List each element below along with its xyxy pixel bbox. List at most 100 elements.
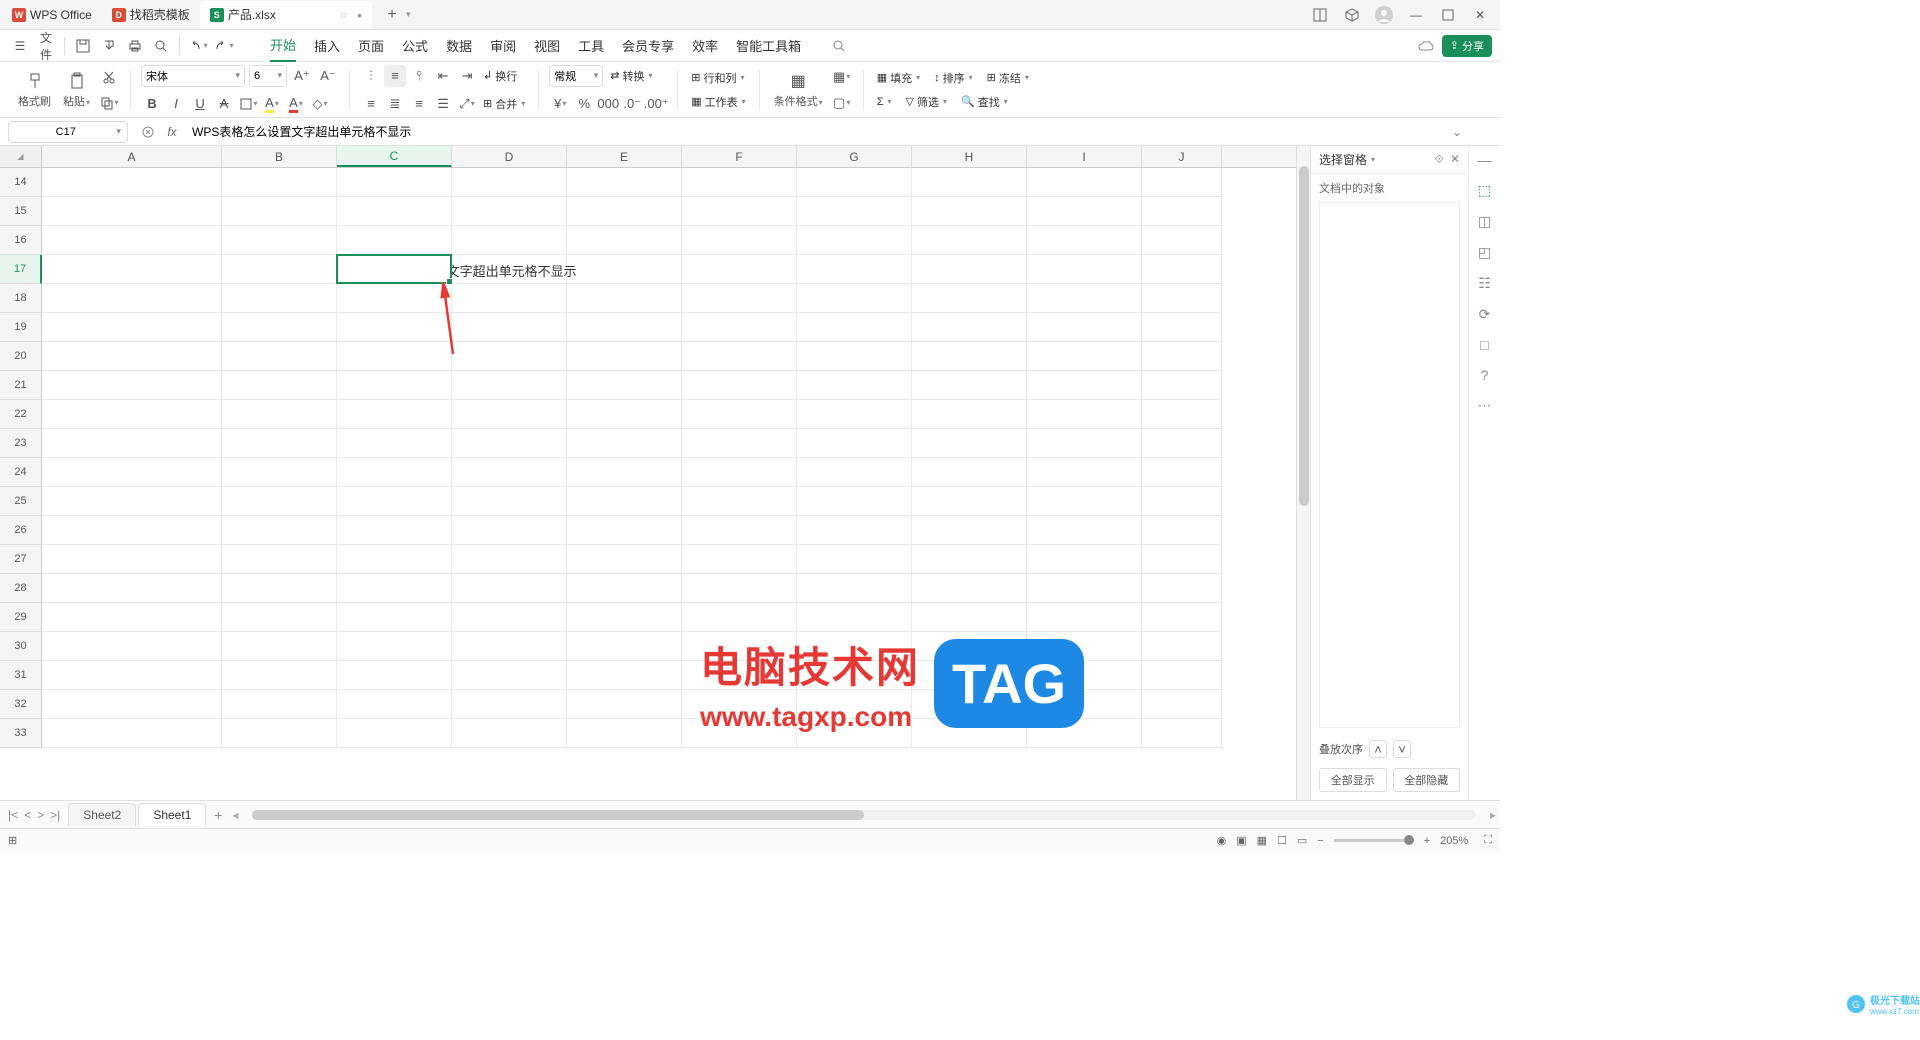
cell[interactable] <box>682 255 797 284</box>
cell[interactable] <box>222 603 337 632</box>
cell[interactable] <box>42 226 222 255</box>
increase-font-icon[interactable]: A⁺ <box>291 65 313 87</box>
fill-button[interactable]: ▦填充▾ <box>874 68 923 88</box>
cell[interactable] <box>1142 429 1222 458</box>
cell[interactable] <box>567 458 682 487</box>
cell[interactable] <box>797 400 912 429</box>
cell[interactable] <box>682 719 797 748</box>
cell[interactable] <box>337 487 452 516</box>
column-header-D[interactable]: D <box>452 146 567 167</box>
maximize-button[interactable] <box>1438 5 1458 25</box>
sheet-prev-icon[interactable]: < <box>22 808 33 822</box>
cell[interactable] <box>682 516 797 545</box>
cell[interactable] <box>452 487 567 516</box>
cell[interactable] <box>42 545 222 574</box>
cell[interactable] <box>1027 516 1142 545</box>
cell[interactable] <box>222 487 337 516</box>
decrease-font-icon[interactable]: A⁻ <box>317 65 339 87</box>
cell[interactable] <box>452 371 567 400</box>
freeze-button[interactable]: ⊞冻结▾ <box>984 68 1032 88</box>
cell[interactable] <box>452 516 567 545</box>
cell[interactable] <box>1142 719 1222 748</box>
sum-button[interactable]: Σ▾ <box>874 92 895 112</box>
cell[interactable] <box>912 574 1027 603</box>
cell[interactable] <box>222 371 337 400</box>
cell[interactable] <box>912 429 1027 458</box>
hide-all-button[interactable]: 全部隐藏 <box>1393 768 1461 792</box>
cell[interactable] <box>567 429 682 458</box>
cell[interactable] <box>222 226 337 255</box>
collapse-panel-icon[interactable]: — <box>1478 152 1492 168</box>
cell[interactable] <box>912 516 1027 545</box>
cell[interactable] <box>337 603 452 632</box>
cell[interactable] <box>42 516 222 545</box>
cell[interactable] <box>797 313 912 342</box>
cell[interactable] <box>452 603 567 632</box>
cell[interactable] <box>912 371 1027 400</box>
cell[interactable] <box>337 690 452 719</box>
cell[interactable] <box>222 516 337 545</box>
cell[interactable] <box>1142 516 1222 545</box>
cell[interactable] <box>452 545 567 574</box>
paste-button[interactable]: 粘贴▾ <box>59 69 94 111</box>
close-icon[interactable]: ✕ <box>1450 152 1460 167</box>
fullscreen-icon[interactable]: ⛶ <box>1484 834 1492 847</box>
tab-efficiency[interactable]: 效率 <box>692 30 718 61</box>
align-bottom-icon[interactable]: ⫯ <box>408 65 430 87</box>
cell[interactable] <box>797 197 912 226</box>
cloud-icon[interactable] <box>1418 40 1434 52</box>
vertical-scrollbar[interactable] <box>1296 146 1310 800</box>
cell[interactable] <box>567 284 682 313</box>
cell[interactable] <box>42 197 222 226</box>
cell[interactable] <box>912 458 1027 487</box>
font-name-input[interactable] <box>146 70 233 82</box>
cell[interactable] <box>682 197 797 226</box>
cell[interactable] <box>1142 197 1222 226</box>
align-middle-icon[interactable]: ≡ <box>384 65 406 87</box>
cell[interactable] <box>452 632 567 661</box>
cell[interactable] <box>337 342 452 371</box>
wrap-text-button[interactable]: ↲换行 <box>480 65 520 87</box>
cell[interactable] <box>337 197 452 226</box>
cell[interactable] <box>912 168 1027 197</box>
row-header[interactable]: 32 <box>0 690 42 719</box>
cell[interactable] <box>682 168 797 197</box>
column-header-C[interactable]: C <box>337 146 452 167</box>
cell[interactable] <box>682 458 797 487</box>
cell[interactable] <box>912 545 1027 574</box>
cell[interactable] <box>42 661 222 690</box>
cell[interactable] <box>42 342 222 371</box>
cell[interactable] <box>452 400 567 429</box>
row-header[interactable]: 18 <box>0 284 42 313</box>
zoom-value[interactable]: 205% <box>1440 835 1468 847</box>
border-button[interactable]: ▾ <box>237 93 259 115</box>
cell[interactable] <box>567 197 682 226</box>
cell[interactable] <box>797 690 912 719</box>
cell[interactable] <box>912 690 1027 719</box>
cell[interactable] <box>1027 226 1142 255</box>
underline-button[interactable]: U <box>189 93 211 115</box>
tab-formula[interactable]: 公式 <box>402 30 428 61</box>
cell[interactable] <box>337 168 452 197</box>
more-icon[interactable]: ⋯ <box>1478 397 1492 414</box>
cell[interactable] <box>222 574 337 603</box>
close-icon[interactable]: • <box>357 7 362 23</box>
column-header-F[interactable]: F <box>682 146 797 167</box>
row-header[interactable]: 21 <box>0 371 42 400</box>
tab-view[interactable]: 视图 <box>534 30 560 61</box>
cell[interactable] <box>42 719 222 748</box>
cell[interactable] <box>1142 313 1222 342</box>
save-icon[interactable] <box>71 34 95 58</box>
sheet-tab-sheet1[interactable]: Sheet1 <box>138 803 206 826</box>
cell[interactable] <box>1142 255 1222 284</box>
convert-button[interactable]: ⇄转换▾ <box>607 65 655 87</box>
cell[interactable] <box>797 487 912 516</box>
cell[interactable] <box>567 632 682 661</box>
formula-input[interactable] <box>184 125 1448 139</box>
print-preview-icon[interactable] <box>149 34 173 58</box>
select-all-corner[interactable] <box>0 146 42 167</box>
cell[interactable] <box>567 371 682 400</box>
cell[interactable] <box>1027 603 1142 632</box>
fx-icon[interactable]: fx <box>160 125 184 139</box>
decrease-decimal-icon[interactable]: .0⁻ <box>621 93 643 115</box>
